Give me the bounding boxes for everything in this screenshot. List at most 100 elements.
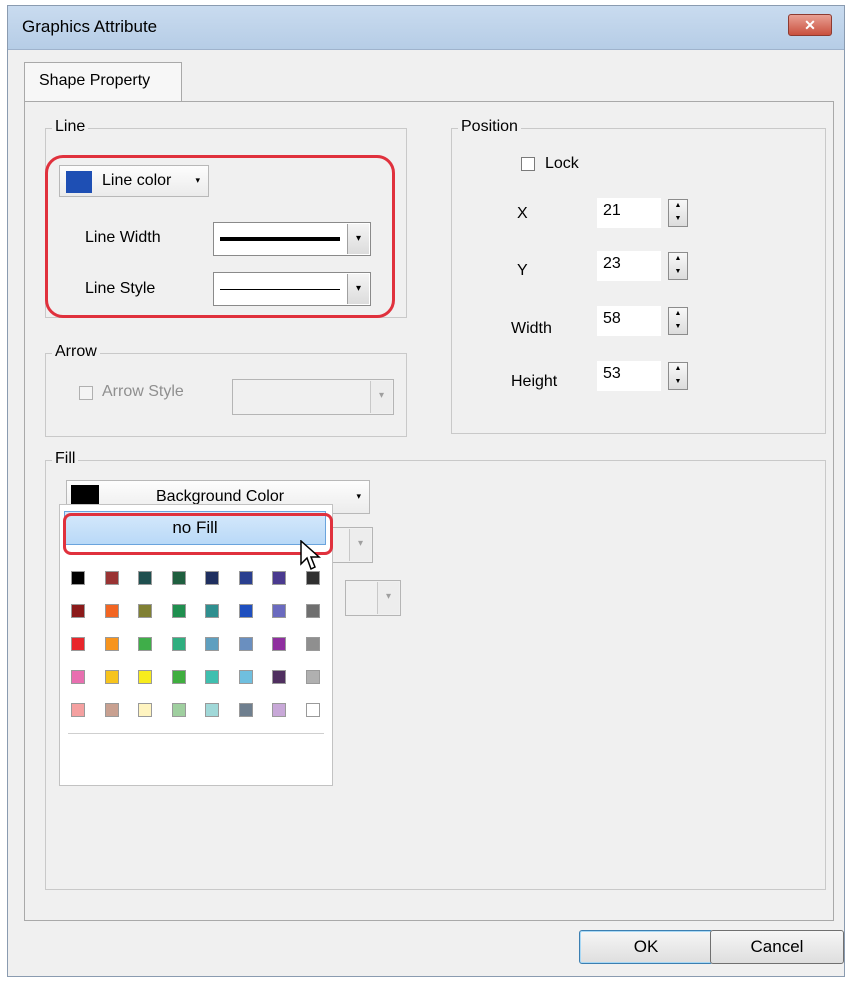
chevron-down-icon[interactable]: ▾ [370,381,392,413]
window-title: Graphics Attribute [22,17,158,36]
color-swatch-option[interactable] [138,571,152,585]
tab-label: Shape Property [39,72,151,89]
line-style-preview [220,289,340,290]
chevron-down-icon[interactable]: ▾ [347,224,369,254]
color-swatch-option[interactable] [71,637,85,651]
height-input[interactable]: 53 [597,361,661,391]
spin-down-icon[interactable]: ▼ [669,213,687,226]
position-group-label: Position [458,118,521,136]
color-swatch-option[interactable] [205,604,219,618]
color-swatch-option[interactable] [71,670,85,684]
color-swatch-option[interactable] [305,670,320,684]
title-bar[interactable]: Graphics Attribute ✕ [8,6,844,50]
color-swatch-option[interactable] [272,703,286,717]
color-swatch-option[interactable] [104,604,119,618]
color-swatch-option[interactable] [305,703,320,717]
width-spinner[interactable]: ▲ ▼ [668,307,688,335]
color-swatch-option[interactable] [71,604,85,618]
width-label: Width [511,320,552,337]
mouse-cursor-icon [300,540,321,571]
line-group-label: Line [52,118,89,136]
color-swatch-option[interactable] [138,703,152,717]
lock-label: Lock [545,155,579,172]
lock-checkbox[interactable] [521,157,535,171]
color-swatch-option[interactable] [171,637,186,651]
line-width-select[interactable]: ▾ [213,222,371,256]
color-swatch-option[interactable] [104,670,119,684]
color-swatch-option[interactable] [171,703,186,717]
no-fill-highlight-frame [63,513,333,555]
arrow-style-checkbox[interactable] [79,386,93,400]
y-spinner[interactable]: ▲ ▼ [668,252,688,280]
x-label: X [517,205,528,222]
color-swatch-option[interactable] [205,703,219,717]
arrow-style-select[interactable]: ▾ [232,379,394,415]
color-swatch-option[interactable] [238,571,253,585]
chevron-down-icon[interactable]: ▾ [349,529,371,561]
color-swatch-option[interactable] [71,571,85,585]
cancel-button[interactable]: Cancel [710,930,844,964]
color-swatch-option[interactable] [238,604,253,618]
spin-down-icon[interactable]: ▼ [669,321,687,334]
spin-up-icon[interactable]: ▲ [669,253,687,266]
spin-down-icon[interactable]: ▼ [669,266,687,279]
line-width-label: Line Width [85,229,161,246]
line-color-button[interactable]: Line color ▾ [59,165,209,197]
line-width-preview [220,237,340,241]
fill-style-select[interactable]: ▾ [345,580,401,616]
chevron-down-icon[interactable]: ▾ [347,274,369,304]
ok-button[interactable]: OK [579,930,713,964]
color-swatch-option[interactable] [205,637,219,651]
color-swatch-option[interactable] [104,571,119,585]
tab-shape-property[interactable]: Shape Property [24,62,182,102]
spin-down-icon[interactable]: ▼ [669,376,687,389]
color-swatch-option[interactable] [171,571,186,585]
color-swatch-option[interactable] [71,703,85,717]
color-swatch-option[interactable] [238,637,253,651]
height-spinner[interactable]: ▲ ▼ [668,362,688,390]
spin-up-icon[interactable]: ▲ [669,200,687,213]
height-value: 53 [603,365,621,382]
line-color-swatch [66,171,92,193]
arrow-style-label: Arrow Style [102,383,184,400]
line-color-label: Line color [102,172,172,189]
color-swatch-option[interactable] [272,604,286,618]
color-swatch-option[interactable] [171,670,186,684]
height-label: Height [511,373,558,390]
color-swatch-option[interactable] [104,703,119,717]
popup-separator [68,733,324,734]
color-swatch-option[interactable] [305,571,320,585]
y-label: Y [517,262,528,279]
color-swatch-option[interactable] [205,571,219,585]
x-input[interactable]: 21 [597,198,661,228]
width-input[interactable]: 58 [597,306,661,336]
close-button[interactable]: ✕ [788,14,832,36]
x-spinner[interactable]: ▲ ▼ [668,199,688,227]
fill-group-label: Fill [52,450,79,468]
color-swatch-option[interactable] [238,703,253,717]
graphics-attribute-dialog: Graphics Attribute ✕ Shape Property Line… [7,5,845,977]
color-swatch-option[interactable] [305,637,320,651]
line-style-label: Line Style [85,280,156,297]
y-value: 23 [603,255,621,272]
color-swatch-option[interactable] [272,571,286,585]
spin-up-icon[interactable]: ▲ [669,308,687,321]
color-swatch-option[interactable] [272,670,286,684]
arrow-group-label: Arrow [52,343,100,361]
chevron-down-icon[interactable]: ▾ [377,582,399,614]
spin-up-icon[interactable]: ▲ [669,363,687,376]
y-input[interactable]: 23 [597,251,661,281]
line-style-select[interactable]: ▾ [213,272,371,306]
color-swatch-option[interactable] [272,637,286,651]
x-value: 21 [603,202,621,219]
color-swatch-option[interactable] [205,670,219,684]
color-swatch-option[interactable] [305,604,320,618]
color-swatch-option[interactable] [138,670,152,684]
color-swatch-option[interactable] [104,637,119,651]
color-swatch-option[interactable] [138,604,152,618]
chevron-down-icon: ▾ [195,175,200,185]
width-value: 58 [603,310,621,327]
color-swatch-option[interactable] [138,637,152,651]
color-swatch-option[interactable] [171,604,186,618]
color-swatch-option[interactable] [238,670,253,684]
